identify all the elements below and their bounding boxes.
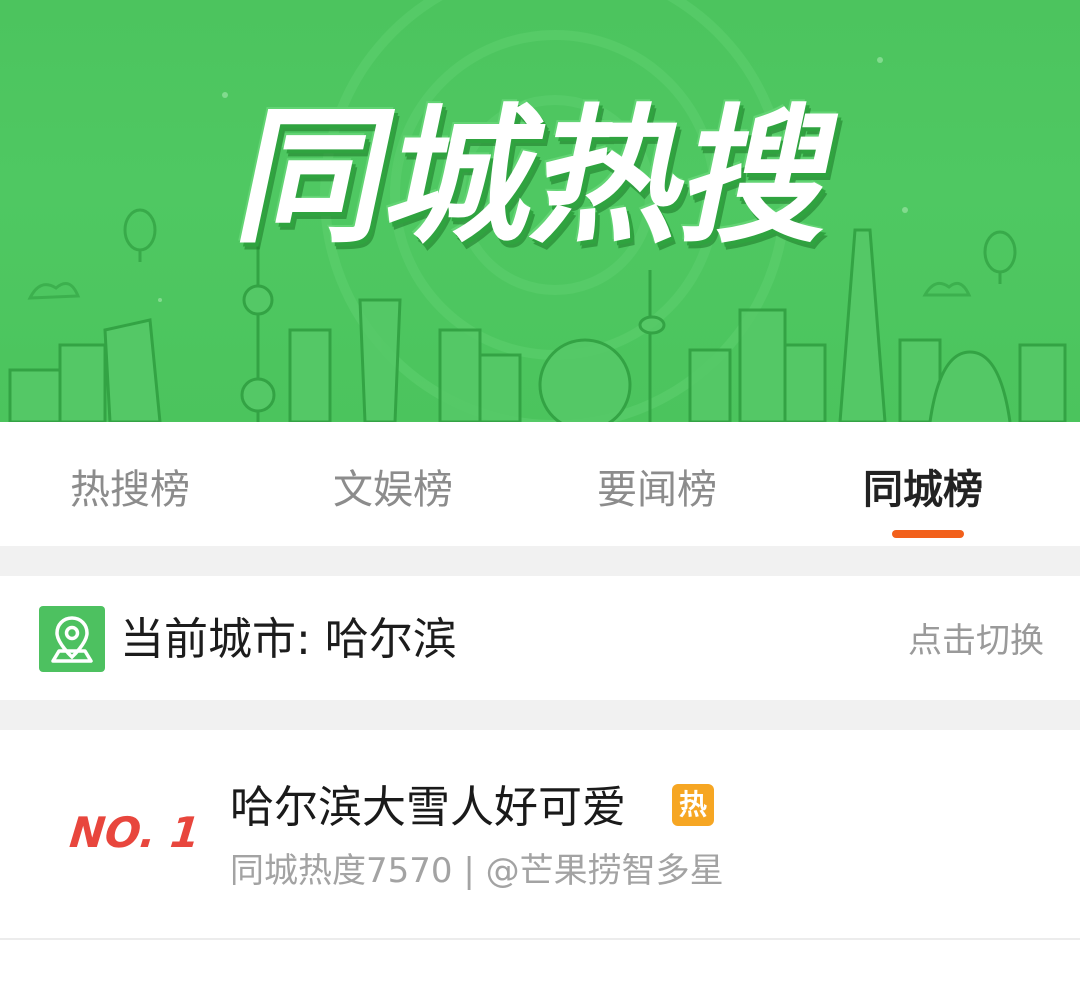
tab-hot-search[interactable]: 热搜榜 [70,462,190,518]
location-pin-icon [39,606,105,672]
list-item[interactable]: NO. 1 哈尔滨大雪人好可爱 热 同城热度7570 | @芒果捞智多星 [0,730,1080,940]
tab-entertainment[interactable]: 文娱榜 [333,462,453,518]
section-separator [0,546,1080,576]
active-tab-indicator [892,530,964,538]
item-title[interactable]: 哈尔滨大雪人好可爱 [230,780,626,836]
item-meta: 同城热度7570 | @芒果捞智多星 [230,851,724,891]
current-city-label: 当前城市: 哈尔滨 [120,614,457,665]
hot-badge: 热 [672,784,714,826]
divider [0,938,1080,940]
section-separator [0,700,1080,730]
rank-label: NO. 1 [67,808,203,857]
switch-city-button[interactable]: 点击切换 [908,618,1044,664]
ranking-tabs: 热搜榜 文娱榜 要闻榜 同城榜 [0,422,1080,546]
tab-local[interactable]: 同城榜 [863,462,983,518]
hot-search-page: 同城热搜 热搜榜 文娱榜 要闻榜 同城榜 当前城市: 哈尔滨 点击切换 NO. … [0,0,1080,986]
current-city-bar: 当前城市: 哈尔滨 点击切换 [0,576,1080,700]
banner-title: 同城热搜 [224,90,854,263]
city-hot-search-banner: 同城热搜 [0,0,1080,422]
tab-news[interactable]: 要闻榜 [597,462,717,518]
